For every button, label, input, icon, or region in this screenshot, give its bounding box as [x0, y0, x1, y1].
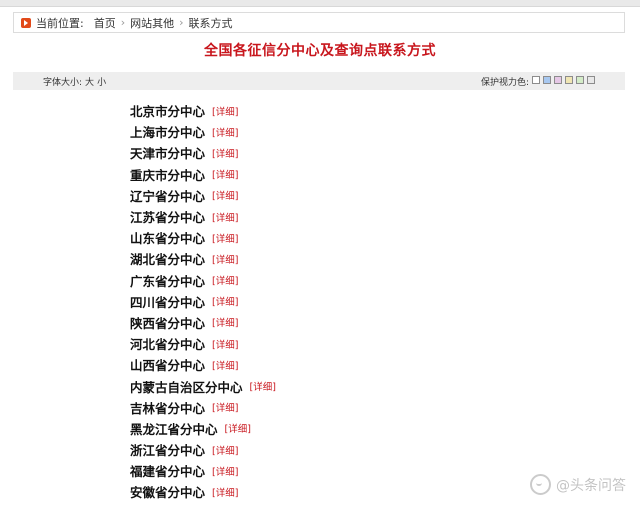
detail-link[interactable]: [详细] — [212, 358, 238, 372]
list-item: 江苏省分中心 [详细] — [130, 206, 276, 227]
detail-link[interactable]: [详细] — [212, 252, 238, 266]
detail-link[interactable]: [详细] — [212, 188, 238, 202]
center-name: 吉林省分中心 — [130, 400, 206, 416]
color-swatch-4[interactable] — [576, 75, 584, 84]
center-name: 内蒙古自治区分中心 — [130, 379, 243, 395]
list-item: 陕西省分中心 [详细] — [130, 312, 276, 333]
detail-link[interactable]: [详细] — [212, 273, 238, 287]
list-item: 北京市分中心 [详细] — [130, 100, 276, 121]
center-name: 陕西省分中心 — [130, 315, 206, 331]
color-swatch-2[interactable] — [554, 75, 562, 84]
center-name: 福建省分中心 — [130, 464, 206, 480]
detail-link[interactable]: [详细] — [212, 443, 238, 457]
detail-link[interactable]: [详细] — [212, 485, 238, 499]
center-name: 四川省分中心 — [130, 294, 206, 310]
detail-link[interactable]: [详细] — [212, 125, 238, 139]
center-name: 辽宁省分中心 — [130, 188, 206, 204]
list-item: 吉林省分中心 [详细] — [130, 397, 276, 418]
breadcrumb-current: 联系方式 — [188, 16, 233, 30]
page-title: 全国各征信分中心及查询点联系方式 — [204, 43, 436, 59]
center-name: 重庆市分中心 — [130, 167, 206, 183]
list-item: 河北省分中心 [详细] — [130, 333, 276, 354]
list-item: 天津市分中心 [详细] — [130, 142, 276, 163]
chevron-right-icon: › — [179, 16, 184, 29]
detail-link[interactable]: [详细] — [212, 315, 238, 329]
eye-protection-label: 保护视力色: — [480, 77, 529, 88]
color-swatch-5[interactable] — [587, 75, 595, 84]
center-name: 河北省分中心 — [130, 337, 206, 353]
center-name: 山西省分中心 — [130, 358, 206, 374]
center-name: 浙江省分中心 — [130, 443, 206, 459]
list-item: 黑龙江省分中心 [详细] — [130, 418, 276, 439]
list-item: 上海市分中心 [详细] — [130, 121, 276, 142]
font-large-button[interactable]: 大 — [85, 75, 94, 88]
color-swatch-0[interactable] — [532, 75, 540, 84]
watermark: @头条问答 — [530, 474, 626, 495]
list-item: 山东省分中心 [详细] — [130, 227, 276, 248]
breadcrumb-site-other[interactable]: 网站其他 — [130, 15, 174, 31]
location-arrow-icon — [21, 17, 31, 28]
breadcrumb-label: 当前位置: — [36, 16, 84, 30]
list-item: 湖北省分中心 [详细] — [130, 248, 276, 269]
font-small-button[interactable]: 小 — [97, 75, 106, 88]
center-name: 上海市分中心 — [130, 125, 206, 141]
detail-link[interactable]: [详细] — [212, 294, 238, 308]
detail-link[interactable]: [详细] — [225, 421, 251, 435]
detail-link[interactable]: [详细] — [212, 400, 238, 414]
list-item: 福建省分中心 [详细] — [130, 460, 276, 481]
top-bar — [0, 0, 640, 7]
list-item: 安徽省分中心 [详细] — [130, 481, 276, 502]
list-item: 内蒙古自治区分中心 [详细] — [130, 375, 276, 396]
detail-link[interactable]: [详细] — [212, 210, 238, 224]
list-item: 四川省分中心 [详细] — [130, 291, 276, 312]
list-item: 辽宁省分中心 [详细] — [130, 185, 276, 206]
center-name: 安徽省分中心 — [130, 485, 206, 501]
detail-link[interactable]: [详细] — [212, 167, 238, 181]
center-name: 山东省分中心 — [130, 231, 206, 247]
list-item: 广东省分中心 [详细] — [130, 270, 276, 291]
center-name: 北京市分中心 — [130, 104, 206, 120]
color-swatch-3[interactable] — [565, 75, 573, 84]
color-swatch-1[interactable] — [543, 75, 551, 84]
detail-link[interactable]: [详细] — [212, 337, 238, 351]
breadcrumb-home[interactable]: 首页 — [94, 15, 116, 31]
list-item: 重庆市分中心 [详细] — [130, 164, 276, 185]
detail-link[interactable]: [详细] — [250, 379, 276, 393]
center-list: 北京市分中心 [详细] 上海市分中心 [详细] 天津市分中心 [详细] 重庆市分中心 [详细]… — [130, 100, 276, 503]
chevron-right-icon: › — [120, 16, 126, 29]
center-name: 广东省分中心 — [130, 273, 206, 289]
list-item: 山西省分中心 [详细] — [130, 354, 276, 375]
watermark-text: @头条问答 — [556, 477, 626, 494]
detail-link[interactable]: [详细] — [212, 231, 238, 245]
list-item: 浙江省分中心 [详细] — [130, 439, 276, 460]
watermark-logo-icon — [530, 474, 551, 495]
detail-link[interactable]: [详细] — [212, 146, 238, 160]
reading-toolbar: 字体大小: 大 小 保护视力色: — [13, 72, 625, 90]
detail-link[interactable]: [详细] — [212, 104, 238, 118]
breadcrumb: 当前位置: 首页 › 网站其他 › 联系方式 — [13, 12, 625, 33]
detail-link[interactable]: [详细] — [212, 464, 238, 478]
center-name: 天津市分中心 — [130, 146, 206, 162]
center-name: 江苏省分中心 — [130, 210, 206, 226]
center-name: 湖北省分中心 — [130, 252, 206, 268]
font-size-label: 字体大小: — [43, 77, 83, 88]
color-swatches — [529, 75, 595, 87]
center-name: 黑龙江省分中心 — [130, 421, 218, 437]
eye-protection-colors: 保护视力色: — [481, 75, 595, 88]
